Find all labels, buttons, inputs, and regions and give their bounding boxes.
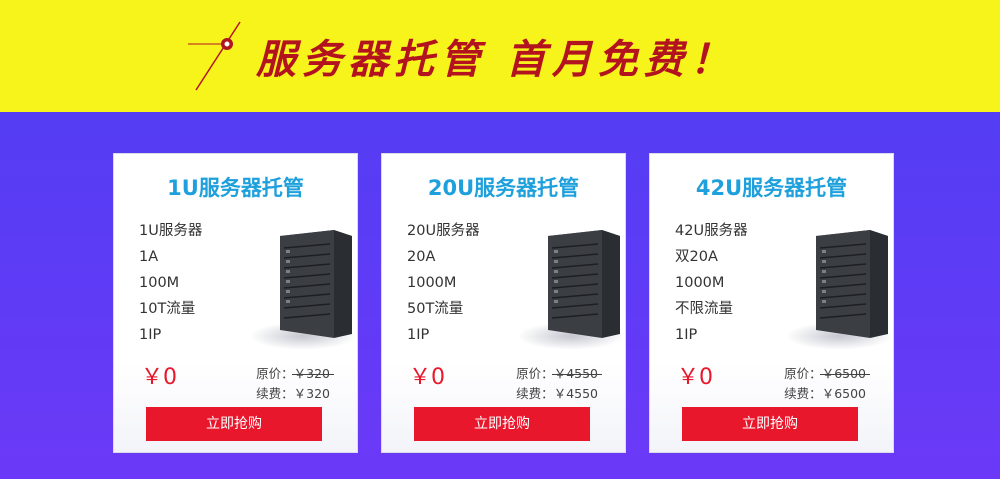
banner-title: 服务器托管 首月免费！ bbox=[256, 37, 736, 83]
renewal-price-value: ￥4550 bbox=[553, 386, 598, 401]
renewal-price-label: 续费： bbox=[256, 386, 294, 401]
renewal-price-label: 续费： bbox=[784, 386, 822, 401]
original-price-value: ￥320 bbox=[293, 366, 330, 381]
original-price-label: 原价： bbox=[256, 366, 294, 381]
original-price: 原价：￥6500 bbox=[784, 363, 866, 382]
buy-now-button[interactable]: 立即抢购 bbox=[414, 407, 590, 441]
spec-list: 42U服务器 双20A 1000M 不限流量 1IP bbox=[675, 218, 748, 348]
server-rack-icon bbox=[816, 230, 888, 338]
renewal-price: 续费：￥320 bbox=[256, 383, 330, 402]
buy-now-button[interactable]: 立即抢购 bbox=[146, 407, 322, 441]
spec-item: 1A bbox=[139, 249, 159, 265]
banner-decoration-icon bbox=[188, 21, 241, 91]
original-price-label: 原价： bbox=[784, 366, 822, 381]
spec-item: 50T流量 bbox=[407, 301, 464, 317]
spec-item: 1000M bbox=[675, 275, 725, 291]
spec-list: 20U服务器 20A 1000M 50T流量 1IP bbox=[407, 218, 480, 348]
plan-card-1u: 1U服务器托管 1U服务器 1A 100M 10T流量 1IP ￥0 原价：￥3… bbox=[113, 153, 358, 453]
spec-item: 1000M bbox=[407, 275, 457, 291]
original-price: 原价：￥4550 bbox=[516, 363, 598, 382]
spec-item: 1IP bbox=[407, 327, 430, 343]
renewal-price-label: 续费： bbox=[516, 386, 554, 401]
original-price-value: ￥6500 bbox=[821, 366, 866, 381]
renewal-price-value: ￥320 bbox=[293, 386, 330, 401]
plan-title: 42U服务器托管 bbox=[695, 176, 848, 200]
spec-list: 1U服务器 1A 100M 10T流量 1IP bbox=[139, 218, 202, 348]
buy-now-button[interactable]: 立即抢购 bbox=[682, 407, 858, 441]
promo-banner: 服务器托管 首月免费！ bbox=[0, 0, 1000, 112]
original-price-label: 原价： bbox=[516, 366, 554, 381]
original-price-value: ￥4550 bbox=[553, 366, 598, 381]
spec-item: 双20A bbox=[675, 249, 718, 265]
renewal-price-value: ￥6500 bbox=[821, 386, 866, 401]
price: ￥0 bbox=[409, 365, 445, 390]
spec-item: 100M bbox=[139, 275, 180, 291]
server-rack-icon bbox=[280, 230, 352, 338]
plan-card-20u: 20U服务器托管 20U服务器 20A 1000M 50T流量 1IP ￥0 原… bbox=[381, 153, 626, 453]
plan-title: 20U服务器托管 bbox=[427, 176, 580, 200]
spec-item: 不限流量 bbox=[675, 301, 733, 317]
spec-item: 20U服务器 bbox=[407, 223, 480, 239]
spec-item: 42U服务器 bbox=[675, 223, 748, 239]
plan-card-42u: 42U服务器托管 42U服务器 双20A 1000M 不限流量 1IP ￥0 原… bbox=[649, 153, 894, 453]
spec-item: 1U服务器 bbox=[139, 223, 203, 239]
spec-item: 10T流量 bbox=[139, 301, 196, 317]
server-rack-icon bbox=[548, 230, 620, 338]
renewal-price: 续费：￥6500 bbox=[784, 383, 866, 402]
spec-item: 1IP bbox=[675, 327, 698, 343]
price: ￥0 bbox=[677, 365, 713, 390]
original-price: 原价：￥320 bbox=[256, 363, 330, 382]
price: ￥0 bbox=[141, 365, 177, 390]
spec-item: 20A bbox=[407, 249, 436, 265]
renewal-price: 续费：￥4550 bbox=[516, 383, 598, 402]
plan-title: 1U服务器托管 bbox=[167, 176, 304, 200]
spec-item: 1IP bbox=[139, 327, 162, 343]
